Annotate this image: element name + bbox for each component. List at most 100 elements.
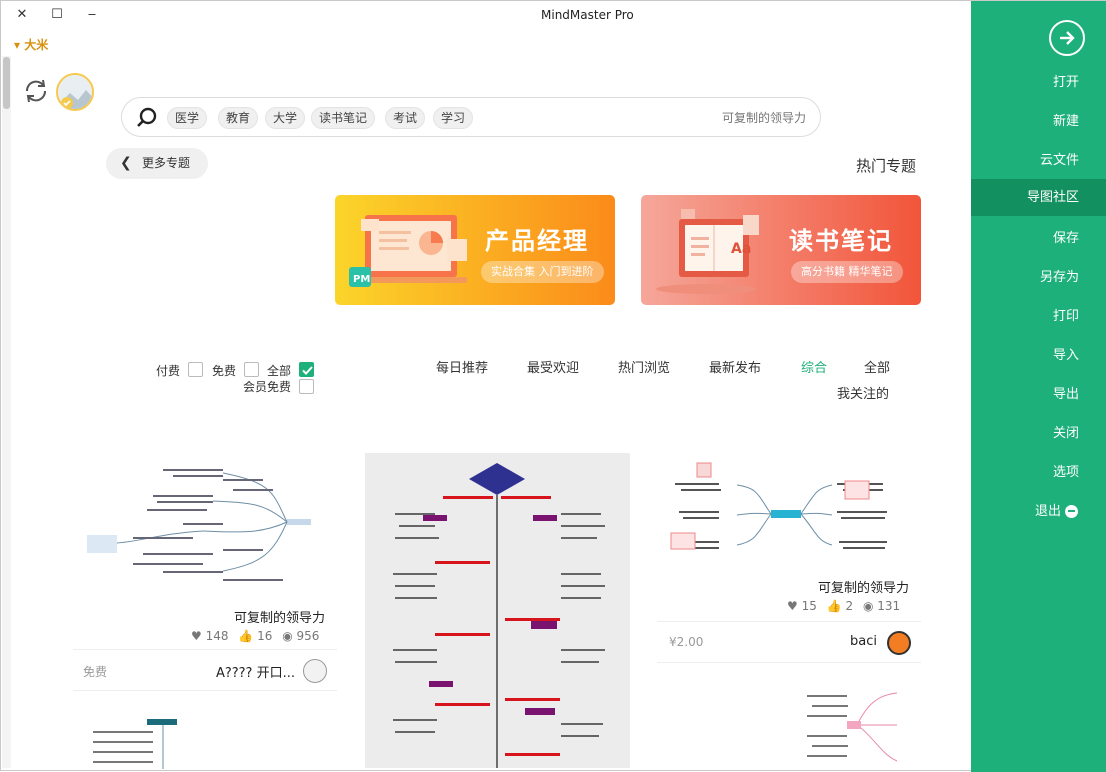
menu-item-cloud-files[interactable]: 云文件 xyxy=(971,142,1106,179)
favorite-icon: ♥ xyxy=(191,629,202,643)
favorite-count: 15 xyxy=(801,599,817,613)
menu-item-label: 导入 xyxy=(1052,348,1079,363)
menu-item-save[interactable]: 保存 xyxy=(971,220,1106,257)
checkbox-all[interactable] xyxy=(299,362,314,377)
book-illustration-icon: Aa xyxy=(656,209,759,294)
card-author: baci xyxy=(850,634,877,649)
favorite-icon: ♥ xyxy=(787,599,798,613)
menu-item-save-as[interactable]: 另存为 xyxy=(971,259,1106,296)
mindmap-thumbnail xyxy=(93,719,177,769)
checkmark-icon xyxy=(302,366,313,375)
laptop-illustration-icon: PM xyxy=(349,215,467,287)
avatar-image-icon xyxy=(58,75,92,109)
tab-all[interactable]: 全部 xyxy=(864,357,890,376)
menu-item-label: 关闭 xyxy=(1052,426,1079,441)
menu-item-label: 退出 xyxy=(1034,504,1061,519)
search-tag-university[interactable]: 大学 xyxy=(265,107,306,129)
banner-title: 产品经理 xyxy=(485,227,589,255)
banner-reading-notes[interactable]: Aa 读书笔记 高分书籍 精华笔记 xyxy=(641,195,921,305)
exit-icon xyxy=(1065,505,1078,518)
user-name: 大米 xyxy=(24,38,49,52)
view-icon: ◉ xyxy=(862,599,874,613)
checkbox-all-label: 全部 xyxy=(267,364,292,378)
menu-item-options[interactable]: 选项 xyxy=(971,454,1106,491)
checkbox-paid[interactable] xyxy=(188,362,203,377)
window-title: MindMaster Pro xyxy=(541,8,634,22)
checkbox-member-free[interactable] xyxy=(299,379,314,394)
author-avatar[interactable] xyxy=(887,631,911,655)
section-title: 热门专题 xyxy=(856,157,917,175)
more-topics-button[interactable]: ❮ 更多专题 xyxy=(106,148,208,179)
checkbox-member-free-label: 会员免费 xyxy=(243,380,292,394)
menu-item-label: 导出 xyxy=(1052,387,1079,402)
close-window-button[interactable]: ✕ xyxy=(13,6,31,24)
menu-item-import[interactable]: 导入 xyxy=(971,337,1106,374)
banner-product-manager[interactable]: PM 产品经理 实战合集 入门到进阶 xyxy=(335,195,615,305)
title-bar: ✕ ☐ ‒ MindMaster Pro xyxy=(1,1,971,31)
menu-item-label: 保存 xyxy=(1052,231,1079,246)
map-card[interactable] xyxy=(73,713,337,769)
tab-comprehensive[interactable]: 综合 xyxy=(801,357,827,376)
refresh-icon[interactable] xyxy=(23,78,49,104)
map-card[interactable] xyxy=(657,685,921,769)
like-icon: 👍 xyxy=(238,629,254,643)
menu-item-new[interactable]: 新建 xyxy=(971,103,1106,140)
menu-item-export[interactable]: 导出 xyxy=(971,376,1106,413)
scroll-thumb[interactable] xyxy=(3,57,10,109)
minimize-window-button[interactable]: ‒ xyxy=(83,6,101,24)
favorite-count: 148 xyxy=(205,629,229,643)
menu-item-label: 新建 xyxy=(1052,114,1079,129)
menu-item-label: 打印 xyxy=(1052,309,1079,324)
checkbox-free[interactable] xyxy=(244,362,259,377)
tab-most-popular[interactable]: 最受欢迎 xyxy=(527,357,579,376)
card-stats: ♥ 148 👍 16 ◉ 956 xyxy=(191,629,319,643)
search-input[interactable] xyxy=(566,106,806,130)
maximize-window-button[interactable]: ☐ xyxy=(48,6,66,24)
search-tag-reading-notes[interactable]: 读书笔记 xyxy=(311,107,376,129)
like-count: 16 xyxy=(257,629,273,643)
menu-item-print[interactable]: 打印 xyxy=(971,298,1106,335)
view-count: 131 xyxy=(877,599,901,613)
like-icon: 👍 xyxy=(826,599,842,613)
mindmap-thumbnail xyxy=(807,692,898,762)
tab-newest[interactable]: 最新发布 xyxy=(709,357,761,376)
card-price: 免费 xyxy=(83,665,108,679)
file-menu-sidebar: 打开 新建 云文件 导图社区 保存 另存为 打印 导入 导出 关闭 选项 退出 xyxy=(971,1,1106,772)
view-icon: ◉ xyxy=(282,629,293,643)
map-card[interactable]: 可复制的领导力 ♥ 15 👍 2 ◉ 131 ¥2.00 baci xyxy=(657,453,921,663)
user-menu[interactable]: ▾ 大米 xyxy=(14,36,48,53)
svg-text:PM: PM xyxy=(353,274,370,285)
search-tag-education[interactable]: 教育 xyxy=(218,107,259,129)
menu-item-exit[interactable]: 退出 xyxy=(971,493,1106,530)
search-tag-medicine[interactable]: 医学 xyxy=(167,107,208,129)
menu-item-label: 打开 xyxy=(1052,75,1079,90)
checkbox-paid-label: 付费 xyxy=(156,364,181,378)
menu-item-close[interactable]: 关闭 xyxy=(971,415,1106,452)
menu-item-mindmap-community[interactable]: 导图社区 xyxy=(971,179,1106,216)
map-card[interactable]: 可复制的领导力 ♥ 148 👍 16 ◉ 956 免费 A???? 开口... xyxy=(73,453,337,691)
search-tag-study[interactable]: 学习 xyxy=(433,107,474,129)
like-count: 2 xyxy=(845,599,854,613)
card-stats: ♥ 15 👍 2 ◉ 131 xyxy=(787,599,900,613)
menu-item-label: 云文件 xyxy=(1039,153,1079,168)
tab-daily-picks[interactable]: 每日推荐 xyxy=(436,357,488,376)
search-tag-exam[interactable]: 考试 xyxy=(385,107,426,129)
menu-item-open[interactable]: 打开 xyxy=(971,64,1106,101)
arrow-right-icon xyxy=(1060,31,1075,45)
card-footer: ¥2.00 baci xyxy=(657,621,921,663)
card-price: ¥2.00 xyxy=(669,635,704,649)
mindmap-thumbnail xyxy=(670,462,887,550)
menu-item-label: 另存为 xyxy=(1039,270,1079,285)
search-icon[interactable] xyxy=(136,107,158,129)
vertical-scrollbar[interactable] xyxy=(2,56,11,768)
author-avatar[interactable] xyxy=(303,659,327,683)
card-author: A???? 开口... xyxy=(215,666,295,681)
back-button[interactable] xyxy=(1049,20,1085,56)
user-avatar[interactable] xyxy=(56,73,94,111)
card-footer: 免费 A???? 开口... xyxy=(73,649,337,691)
mindmap-thumbnail xyxy=(87,469,311,581)
tab-following[interactable]: 我关注的 xyxy=(837,383,889,402)
map-card[interactable] xyxy=(365,453,630,768)
tab-hot-views[interactable]: 热门浏览 xyxy=(618,357,670,376)
app-window: ✕ ☐ ‒ MindMaster Pro ▾ 大米 医学 教育 大学 读书笔记 … xyxy=(0,0,1106,772)
